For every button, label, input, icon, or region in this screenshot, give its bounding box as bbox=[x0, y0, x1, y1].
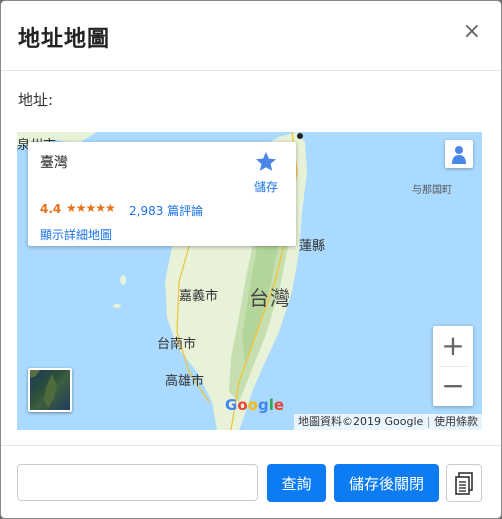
copy-document-icon[interactable] bbox=[446, 464, 482, 502]
show-detailed-map-link[interactable]: 顯示詳細地圖 bbox=[40, 226, 112, 243]
map-label-yonaguni: 与那国町 bbox=[412, 185, 452, 196]
search-button[interactable]: 查詢 bbox=[267, 464, 326, 502]
address-label: 地址: bbox=[18, 91, 54, 109]
map-label-yilan: 蓮縣 bbox=[299, 239, 326, 254]
street-view-pegman-icon[interactable] bbox=[445, 140, 473, 168]
terms-link[interactable]: 使用條款 bbox=[434, 415, 478, 428]
dialog-header: 地址地圖 × bbox=[1, 1, 501, 71]
address-search-input[interactable] bbox=[17, 464, 258, 501]
map-label-chiayi: 嘉義市 bbox=[179, 289, 219, 304]
google-map[interactable]: 泉州市 与那国町 蓮縣 嘉義市 台灣 台南市 高雄市 臺灣 儲存 4.4 ★★★… bbox=[17, 132, 482, 430]
place-info-card: 臺灣 儲存 4.4 ★★★★★ 2,983 篇評論 顯示詳細地圖 bbox=[28, 142, 296, 246]
map-label-taiwan: 台灣 bbox=[249, 286, 291, 310]
save-and-close-button[interactable]: 儲存後關閉 bbox=[334, 464, 439, 502]
reviews-link[interactable]: 2,983 篇評論 bbox=[129, 202, 203, 219]
dialog-title: 地址地圖 bbox=[18, 27, 111, 52]
satellite-layer-toggle[interactable] bbox=[28, 368, 72, 412]
zoom-controls: + − bbox=[433, 326, 473, 406]
map-label-tainan: 台南市 bbox=[157, 337, 197, 352]
close-icon[interactable]: × bbox=[463, 21, 481, 43]
rating-stars-icon: ★★★★★ bbox=[66, 201, 116, 215]
star-icon[interactable] bbox=[254, 150, 278, 174]
dialog-footer: 查詢 儲存後關閉 bbox=[1, 445, 501, 518]
map-label-kaohsiung: 高雄市 bbox=[165, 374, 205, 389]
zoom-in-button[interactable]: + bbox=[433, 326, 473, 366]
address-map-dialog: 地址地圖 × 地址: 泉州市 与那国町 蓮縣 嘉義市 台灣 台南市 高雄市 bbox=[0, 0, 502, 519]
google-logo: Google bbox=[225, 396, 285, 414]
attribution-text: 地圖資料©2019 Google bbox=[298, 415, 424, 428]
rating-value: 4.4 bbox=[40, 202, 62, 216]
zoom-out-button[interactable]: − bbox=[433, 366, 473, 406]
save-place-label[interactable]: 儲存 bbox=[254, 178, 278, 195]
map-attribution: 地圖資料©2019 Google | 使用條款 bbox=[294, 414, 482, 430]
place-name: 臺灣 bbox=[40, 155, 68, 171]
